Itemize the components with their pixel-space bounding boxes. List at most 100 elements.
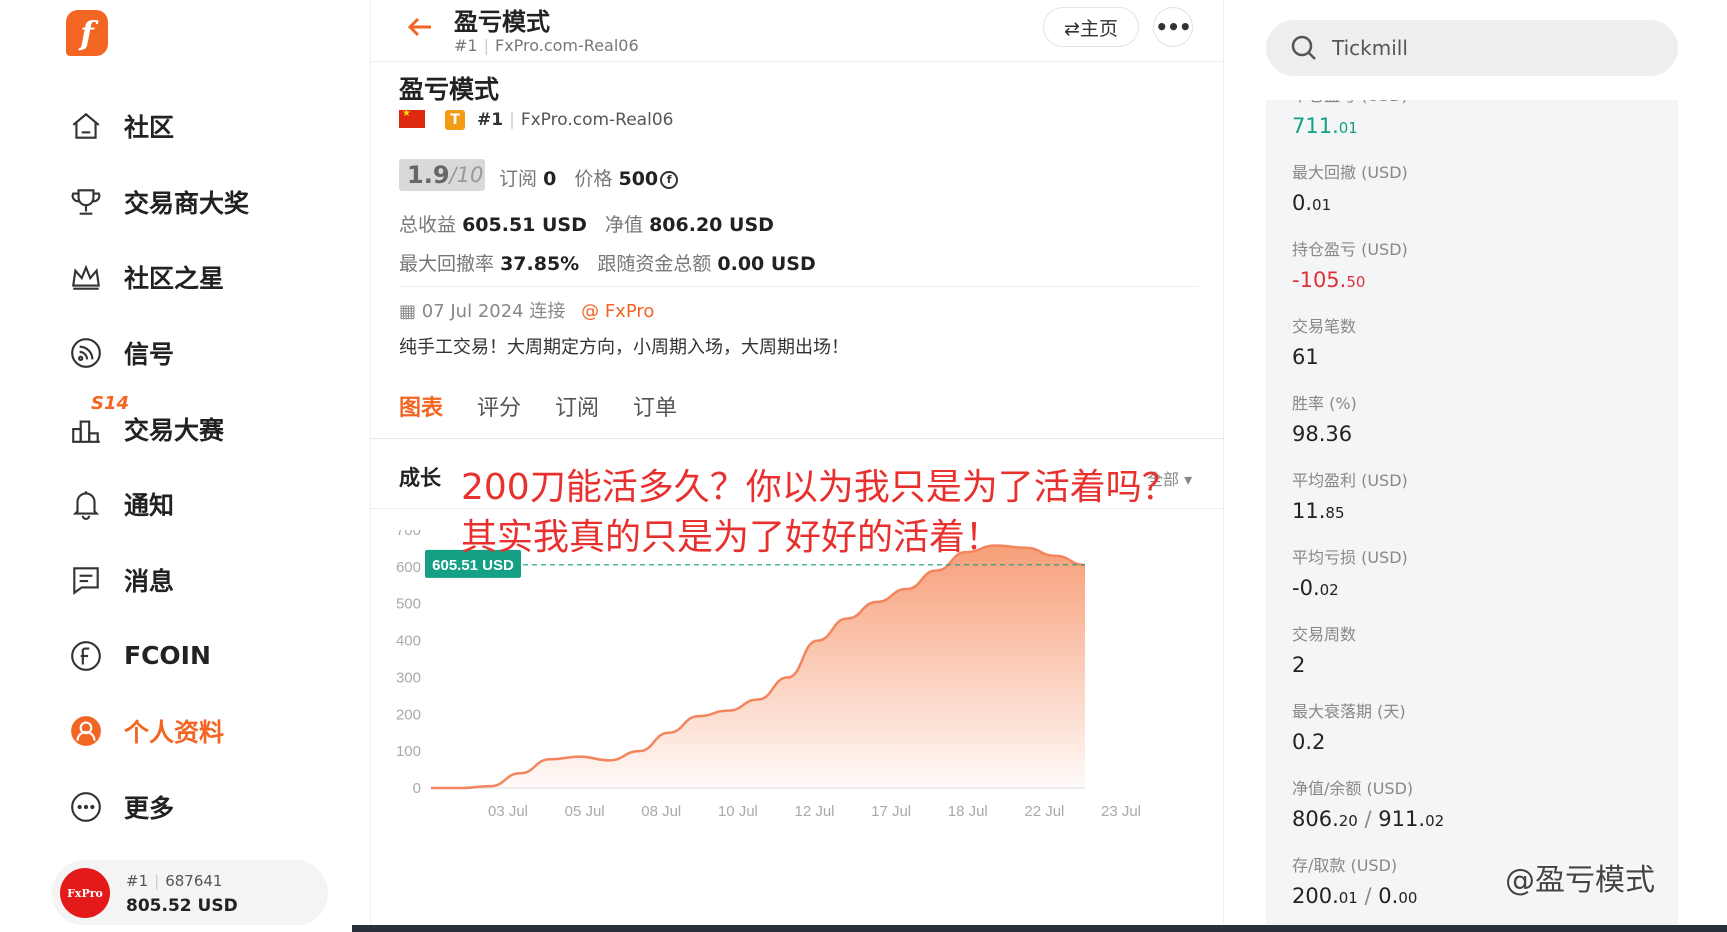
stat-value-part: 01: [1338, 889, 1358, 907]
stat-value-part: 2: [1292, 653, 1306, 677]
y-tick-label: 100: [396, 743, 421, 760]
stat-value-part: 200.: [1292, 884, 1339, 908]
x-tick-label: 08 Jul: [641, 803, 681, 820]
trophy-icon: [66, 182, 106, 222]
china-flag-icon: [399, 108, 425, 128]
bell-icon: [66, 484, 106, 524]
sidebar-item-community-stars[interactable]: 社区之星: [66, 239, 366, 315]
stat-label: 胜率 (%): [1292, 394, 1357, 413]
broker-link[interactable]: @ FxPro: [581, 301, 654, 322]
signal-icon: [66, 333, 106, 373]
stat-value-part: 00: [1398, 889, 1418, 907]
sidebar-item-label: 交易商大奖: [124, 188, 250, 218]
y-tick-label: 700: [396, 530, 421, 539]
right-panel: Tickmill 平仓盈亏 (USD)711.01最大回撤 (USD)0.01持…: [1224, 0, 1727, 932]
watermark: @盈亏模式: [1505, 863, 1655, 898]
topbar: 盈亏模式 #1 | FxPro.com-Real06 ⇄主页 •••: [371, 0, 1225, 62]
strategy-description: 纯手工交易！大周期定方向，小周期入场，大周期出场！: [399, 337, 849, 358]
stat-item: 交易笔数 61: [1292, 313, 1356, 369]
max-drawdown-label: 最大回撤率: [399, 253, 495, 275]
stat-value-part: -105.: [1292, 268, 1347, 292]
stat-value: 200.01 / 0.00: [1292, 884, 1417, 908]
stat-value-part: 11.: [1292, 499, 1326, 523]
sidebar-item-messages[interactable]: 消息: [66, 542, 366, 618]
x-tick-label: 10 Jul: [718, 803, 758, 820]
stat-value-part: 911.: [1378, 807, 1426, 831]
sidebar-item-contest[interactable]: S14 交易大赛: [66, 391, 366, 467]
stat-value: 0.2: [1292, 730, 1406, 754]
stat-item: 交易周数 2: [1292, 621, 1356, 677]
subscribe-label: 订阅: [499, 168, 538, 190]
sidebar-item-profile[interactable]: 个人资料: [66, 694, 366, 770]
x-tick-label: 23 Jul: [1101, 803, 1141, 820]
stat-item: 存/取款 (USD) 200.01 / 0.00: [1292, 852, 1417, 908]
account-type-badge: T: [445, 110, 465, 130]
tab-orders[interactable]: 订单: [633, 390, 677, 436]
stat-value-part: /: [1357, 807, 1379, 831]
stat-value-part: 98.36: [1292, 422, 1353, 446]
sidebar-item-label: 社区之星: [124, 264, 225, 294]
main-content: 盈亏模式 #1|FxPro.com-Real06 ⇄主页 ••• 盈亏模式 T …: [370, 0, 1225, 932]
sidebar-item-more[interactable]: 更多: [66, 769, 366, 845]
account-rank: #1: [126, 872, 149, 890]
bottom-bar: [0, 925, 1727, 932]
stat-label: 平均亏损 (USD): [1292, 548, 1408, 567]
stat-label: 最大回撤 (USD): [1292, 163, 1408, 182]
tab-subscribe[interactable]: 订阅: [555, 390, 599, 436]
sidebar: f 社区 交易商大奖 社区之星 信号 S14 交易大赛 通知 消息 FCOIN …: [0, 0, 370, 932]
sidebar-item-notifications[interactable]: 通知: [66, 466, 366, 542]
account-card[interactable]: FxPro #1 | 687641 805.52 USD: [52, 860, 328, 926]
stat-label: 平均盈利 (USD): [1292, 471, 1408, 490]
sidebar-item-signals[interactable]: 信号: [66, 315, 366, 391]
x-tick-label: 03 Jul: [488, 803, 528, 820]
follow-funds-value: 0.00 USD: [717, 253, 816, 275]
stat-value-part: 50: [1346, 273, 1366, 291]
season-badge: S14: [91, 392, 130, 414]
x-tick-label: 18 Jul: [948, 803, 988, 820]
stat-item: 平仓盈亏 (USD) 711.01: [1292, 100, 1408, 138]
strategy-account: FxPro.com-Real06: [520, 110, 674, 130]
more-options-button[interactable]: •••: [1153, 7, 1193, 47]
sidebar-item-broker-awards[interactable]: 交易商大奖: [66, 164, 366, 240]
x-tick-label: 12 Jul: [794, 803, 834, 820]
stat-label: 交易笔数: [1292, 317, 1357, 336]
sidebar-item-community[interactable]: 社区: [66, 88, 366, 164]
total-profit-label: 总收益: [399, 214, 457, 236]
stat-value-part: 806.: [1292, 807, 1339, 831]
logo-icon[interactable]: f: [66, 10, 108, 56]
strategy-rank: #1: [477, 110, 504, 130]
stat-item: 最大衰落期 (天) 0.2: [1292, 698, 1406, 754]
price-value: 500: [618, 168, 659, 190]
stat-value-part: 02: [1425, 812, 1445, 830]
strategy-title: 盈亏模式: [399, 75, 500, 104]
stat-item: 持仓盈亏 (USD) -105.50: [1292, 236, 1408, 292]
stat-item: 最大回撤 (USD) 0.01: [1292, 159, 1408, 215]
sidebar-item-label: 个人资料: [124, 718, 225, 748]
search-text: Tickmill: [1332, 36, 1408, 60]
back-arrow-icon[interactable]: [405, 12, 435, 42]
sidebar-item-fcoin[interactable]: FCOIN: [66, 618, 366, 694]
total-profit-value: 605.51 USD: [462, 214, 587, 236]
chart-title: 成长: [399, 466, 441, 490]
profit-line: 总收益 605.51 USD 净值 806.20 USD: [399, 210, 774, 237]
avatar: FxPro: [60, 868, 110, 918]
x-tick-label: 22 Jul: [1024, 803, 1064, 820]
stat-value: -0.02: [1292, 576, 1408, 600]
crown-icon: [66, 257, 106, 297]
search-input[interactable]: Tickmill: [1266, 20, 1678, 76]
home-button[interactable]: ⇄主页: [1043, 7, 1139, 47]
stat-label: 交易周数: [1292, 625, 1357, 644]
sidebar-item-label: 交易大赛: [124, 415, 225, 445]
stat-value-part: 0.: [1378, 884, 1399, 908]
y-tick-label: 0: [413, 780, 421, 797]
tab-rating[interactable]: 评分: [477, 390, 521, 436]
tab-chart[interactable]: 图表: [399, 390, 443, 436]
sidebar-item-label: 通知: [124, 491, 175, 521]
stat-value-part: 711.: [1292, 114, 1339, 138]
stat-label: 最大衰落期 (天): [1292, 702, 1406, 721]
app-root: f 社区 交易商大奖 社区之星 信号 S14 交易大赛 通知 消息 FCOIN …: [0, 0, 1727, 932]
divider: [399, 286, 1199, 287]
stat-value: 806.20 / 911.02: [1292, 807, 1444, 831]
stat-value: 61: [1292, 345, 1356, 369]
stat-value-part: 85: [1325, 504, 1345, 522]
